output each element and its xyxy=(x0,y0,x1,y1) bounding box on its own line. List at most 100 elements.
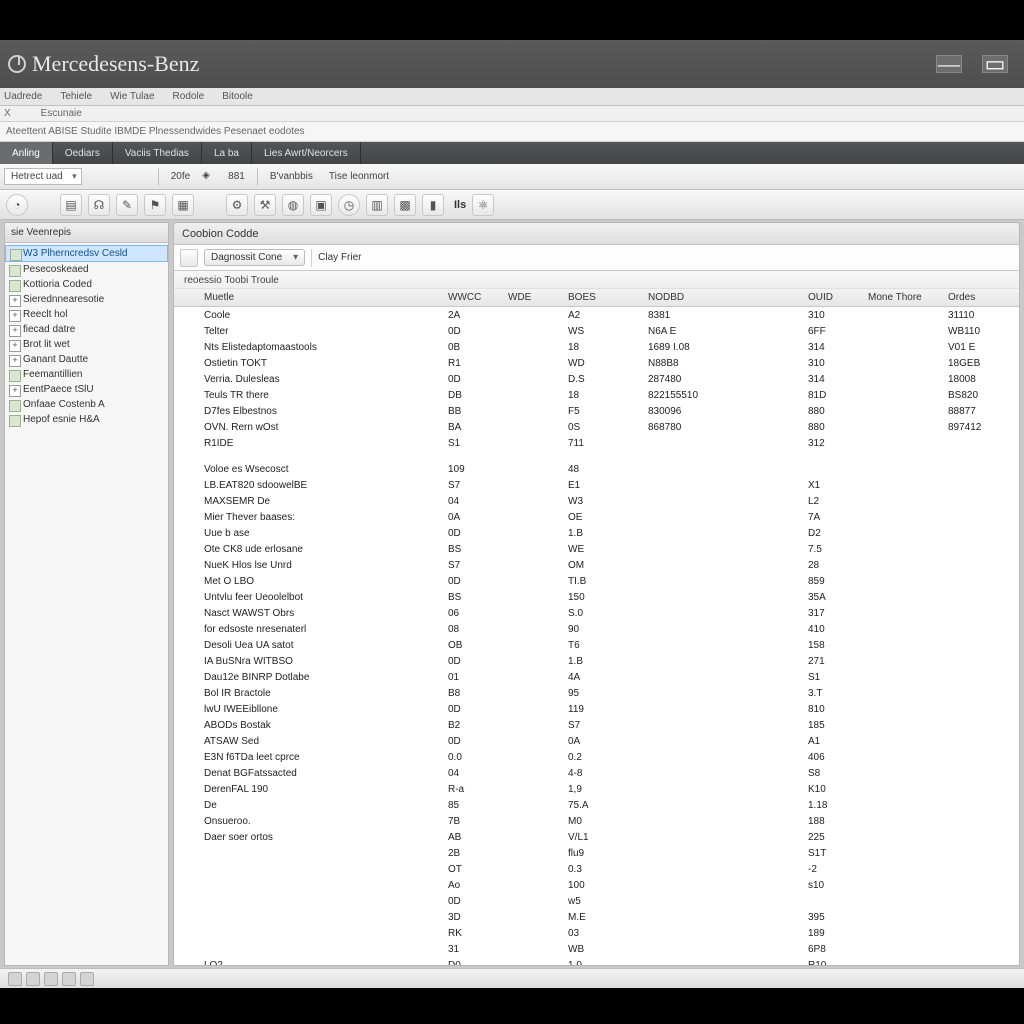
table-row[interactable]: DerenFAL 190R-a1,9K10 xyxy=(174,781,1019,797)
tab[interactable]: Vaciis Thedias xyxy=(113,142,202,164)
table-row[interactable]: Ostietin TOKTR1WDN88B831018GEB xyxy=(174,355,1019,371)
table-row[interactable]: 0Dw5 xyxy=(174,893,1019,909)
column-header[interactable]: BOES xyxy=(564,292,644,303)
table-row[interactable]: Ao100s10 xyxy=(174,877,1019,893)
tree-node[interactable]: Pesecoskeaed xyxy=(5,262,168,277)
tree-node[interactable]: Onfaae Costenb A xyxy=(5,397,168,412)
data-grid[interactable]: Coole2AA2838131031110Telter0DWSN6A E6FFW… xyxy=(174,307,1019,965)
tree-node[interactable]: W3 Plherncredsv Cesld xyxy=(5,245,168,262)
table-row[interactable]: 3DM.E395 xyxy=(174,909,1019,925)
table-row[interactable]: ATSAW Sed0D0AA1 xyxy=(174,733,1019,749)
table-row[interactable]: E3N f6TDa leet cprce0.00.2406 xyxy=(174,749,1019,765)
table-row[interactable]: IA BuSNra WITBSO0D1.B271 xyxy=(174,653,1019,669)
table-row[interactable]: Nasct WAWST Obrs06S.0317 xyxy=(174,605,1019,621)
table-row[interactable]: Coole2AA2838131031110 xyxy=(174,307,1019,323)
column-header[interactable]: WDE xyxy=(504,292,564,303)
table-row[interactable]: LO2D01.0R10 xyxy=(174,957,1019,965)
table-row[interactable]: lwU IWEEibllone0D119810 xyxy=(174,701,1019,717)
tree-node[interactable]: Brot lit wet xyxy=(5,337,168,352)
column-header[interactable]: OUID xyxy=(804,292,864,303)
tool-icon[interactable]: ◷ xyxy=(338,194,360,216)
clear-filter-button[interactable]: Clay Frier xyxy=(318,252,361,263)
maximize-button[interactable]: ▭ xyxy=(982,55,1008,73)
tree-node[interactable]: Hepof esnie H&A xyxy=(5,412,168,427)
status-icon[interactable] xyxy=(8,972,22,986)
status-icon[interactable] xyxy=(26,972,40,986)
table-row[interactable]: RK03189 xyxy=(174,925,1019,941)
table-row[interactable]: Telter0DWSN6A E6FFWB110 xyxy=(174,323,1019,339)
table-row[interactable]: Onsueroo.7BM0188 xyxy=(174,813,1019,829)
column-header[interactable]: Mone Thore xyxy=(864,292,944,303)
table-row[interactable]: ABODs BostakB2S7185 xyxy=(174,717,1019,733)
menu-item[interactable]: Wie Tulae xyxy=(110,91,154,102)
table-row[interactable]: Untvlu feer UeoolelbotBS15035A xyxy=(174,589,1019,605)
tree-node[interactable]: Feemantillien xyxy=(5,367,168,382)
status-icon[interactable] xyxy=(44,972,58,986)
tree-node[interactable]: Reeclt hol xyxy=(5,307,168,322)
tab[interactable]: La ba xyxy=(202,142,252,164)
tab[interactable]: Lies Awrt/Neorcers xyxy=(252,142,361,164)
table-row[interactable]: NueK Hlos lse UnrdS7OM28 xyxy=(174,557,1019,573)
tool-icon[interactable]: ▥ xyxy=(366,194,388,216)
tool-icon[interactable]: ⚙ xyxy=(226,194,248,216)
diagnostic-dropdown[interactable]: Dagnossit Cone xyxy=(204,249,305,266)
tree-node[interactable]: Sierednnearesotie xyxy=(5,292,168,307)
table-row[interactable]: De8575.A1.18 xyxy=(174,797,1019,813)
table-row[interactable]: OT0.3-2 xyxy=(174,861,1019,877)
table-row[interactable]: MAXSEMR De04W3L2 xyxy=(174,493,1019,509)
status-icon[interactable] xyxy=(62,972,76,986)
column-header[interactable]: Muetle xyxy=(174,292,444,303)
tool-icon[interactable]: ✎ xyxy=(116,194,138,216)
tab[interactable]: Anling xyxy=(0,142,53,164)
tool-icon[interactable]: ◍ xyxy=(282,194,304,216)
table-row[interactable]: R1IDES1711312 xyxy=(174,435,1019,451)
table-row[interactable]: Ote CK8 ude erlosaneBSWE7.5 xyxy=(174,541,1019,557)
tool-icon[interactable]: ▣ xyxy=(310,194,332,216)
tree-node[interactable]: Kottioria Coded xyxy=(5,277,168,292)
tool-icon[interactable]: ▮ xyxy=(422,194,444,216)
filter-button[interactable]: Tise leonmort xyxy=(325,171,393,182)
table-row[interactable]: Met O LBO0DTI.B859 xyxy=(174,573,1019,589)
tool-icon[interactable]: ◔ xyxy=(6,194,28,216)
table-row[interactable]: Uue b ase0D1.BD2 xyxy=(174,525,1019,541)
table-row[interactable]: 2Bflu9S1T xyxy=(174,845,1019,861)
tree-node[interactable]: EentPaece tSlU xyxy=(5,382,168,397)
tool-icon[interactable]: ⚑ xyxy=(144,194,166,216)
tool-icon[interactable]: ⚛ xyxy=(472,194,494,216)
column-header[interactable]: NODBD xyxy=(644,292,804,303)
menu-item[interactable]: Tehiele xyxy=(60,91,92,102)
table-row[interactable]: Desoli Uea UA satotOBT6158 xyxy=(174,637,1019,653)
tree-node[interactable]: Ganant Dautte xyxy=(5,352,168,367)
filter-dropdown[interactable]: Hetrect uad xyxy=(4,168,82,185)
menu-item[interactable]: Uadrede xyxy=(4,91,42,102)
table-row[interactable]: Denat BGFatssacted044-8S8 xyxy=(174,765,1019,781)
table-row[interactable]: Daer soer ortosABV/L1225 xyxy=(174,829,1019,845)
table-row[interactable]: 31WB6P8 xyxy=(174,941,1019,957)
column-header[interactable]: WWCC xyxy=(444,292,504,303)
table-row[interactable]: Nts Elistedaptomaastools0B181689 I.08314… xyxy=(174,339,1019,355)
table-row[interactable]: Teuls TR thereDB1882215551081DBS820 xyxy=(174,387,1019,403)
filter-button[interactable]: B'vanbbis xyxy=(266,171,317,182)
tool-icon[interactable]: ▦ xyxy=(172,194,194,216)
table-row[interactable]: Voloe es Wsecosct10948 xyxy=(174,461,1019,477)
status-icon[interactable] xyxy=(80,972,94,986)
toolbar-icon[interactable] xyxy=(180,249,198,267)
table-row[interactable]: Bol IR BractoleB8953.T xyxy=(174,685,1019,701)
table-row[interactable]: D7fes ElbestnosBBF583009688088877 xyxy=(174,403,1019,419)
table-row[interactable]: LB.EAT820 sdoowelBES7E1X1 xyxy=(174,477,1019,493)
tool-icon[interactable]: ⚒ xyxy=(254,194,276,216)
table-row[interactable]: for edsoste nresenaterl0890410 xyxy=(174,621,1019,637)
column-header[interactable]: Ordes xyxy=(944,292,1004,303)
table-row[interactable]: Mier Thever baases:0AOE7A xyxy=(174,509,1019,525)
table-row[interactable]: Verria. Dulesleas0DD.S28748031418008 xyxy=(174,371,1019,387)
tool-icon[interactable]: ☊ xyxy=(88,194,110,216)
menu-item[interactable]: Bitoole xyxy=(222,91,253,102)
minimize-button[interactable]: — xyxy=(936,55,962,73)
menu-item[interactable]: Rodole xyxy=(173,91,205,102)
tab[interactable]: Oediars xyxy=(53,142,113,164)
tool-icon[interactable]: ▤ xyxy=(60,194,82,216)
table-row[interactable]: OVN. Rern wOstBA0S868780880897412 xyxy=(174,419,1019,435)
close-icon[interactable]: X xyxy=(4,108,11,119)
table-row[interactable]: Dau12e BINRP Dotlabe014AS1 xyxy=(174,669,1019,685)
tree-node[interactable]: fiecad datre xyxy=(5,322,168,337)
